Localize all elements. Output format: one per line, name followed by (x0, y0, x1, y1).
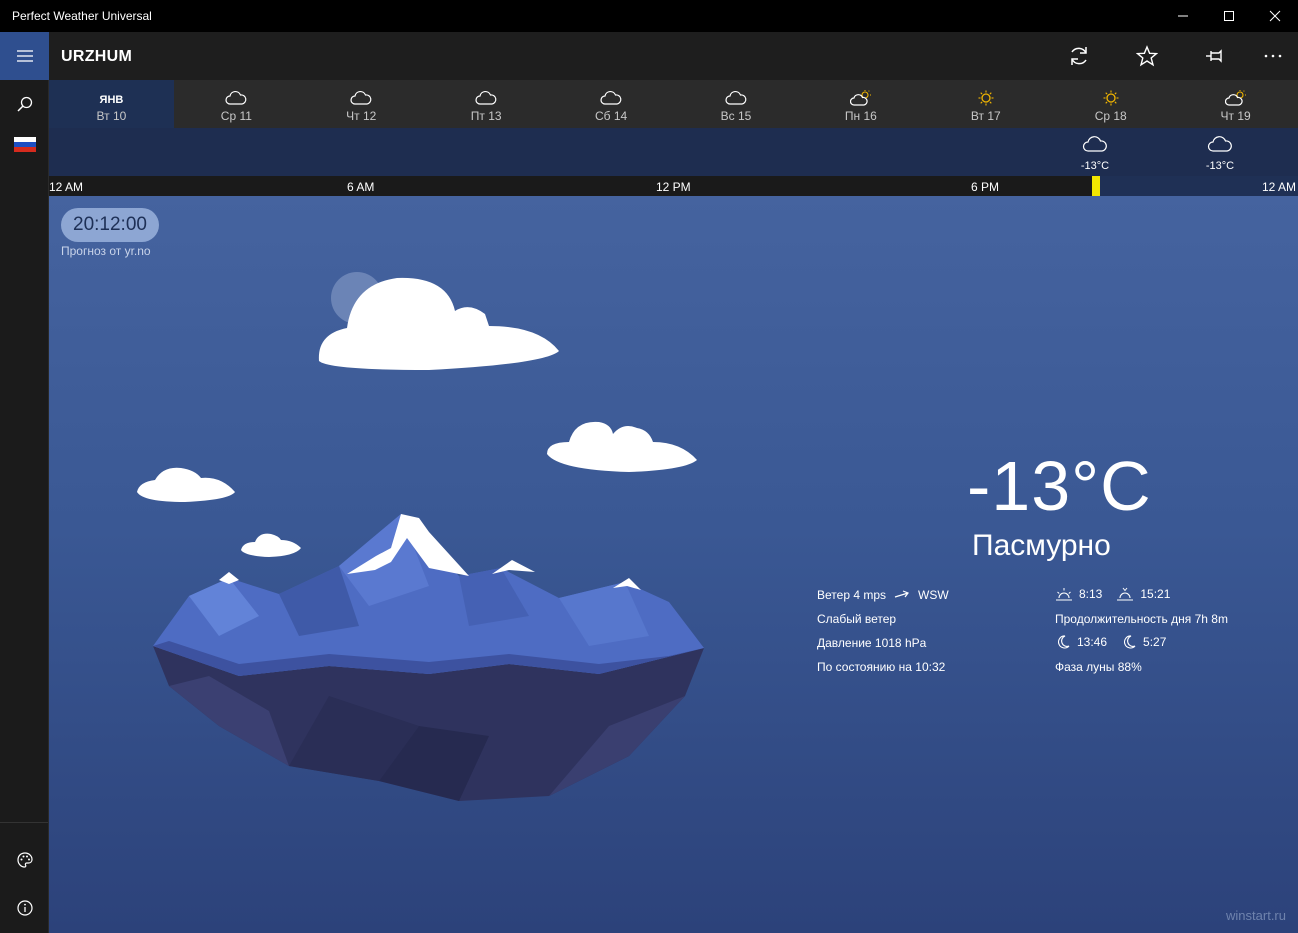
menu-button[interactable] (0, 32, 49, 80)
time-tick: 12 AM (49, 180, 84, 194)
day-label: Чт 19 (1220, 109, 1251, 123)
minimize-icon (1178, 15, 1188, 17)
watermark: winstart.ru (1226, 908, 1286, 923)
time-tick: 6 AM (347, 180, 375, 194)
day-tab[interactable]: Чт 12 (299, 80, 424, 128)
cloud-illustration (547, 421, 697, 472)
day-label: Ср 11 (220, 109, 252, 123)
rail-divider (0, 822, 48, 823)
maximize-button[interactable] (1206, 0, 1252, 32)
daily-forecast-strip: ЯНВ Вт 10 Ср 11 Чт 12 Пт 13 Сб 14 Вс 15 … (49, 80, 1298, 128)
sunrise-icon (1056, 588, 1072, 601)
favorite-button[interactable] (1127, 40, 1167, 72)
sunset-time: 15:21 (1140, 587, 1171, 601)
current-temperature: -13°C (967, 447, 1152, 525)
cloud-icon (1207, 136, 1232, 152)
russia-flag-icon[interactable] (14, 137, 36, 152)
hourly-temp: -13°C (1205, 160, 1235, 172)
day-tab[interactable]: Ср 18 (1048, 80, 1173, 128)
moonrise-icon (1058, 635, 1070, 649)
cloud-illustration (137, 467, 235, 502)
theme-button[interactable] (0, 840, 49, 880)
day-tab[interactable]: Пт 13 (424, 80, 549, 128)
app-header: URZHUM (49, 32, 1298, 80)
cloud-icon (225, 90, 247, 105)
cloud-icon (725, 90, 747, 105)
more-icon (1264, 54, 1282, 58)
day-label: Сб 14 (594, 109, 628, 123)
day-label: Пн 16 (844, 109, 877, 123)
about-button[interactable] (0, 888, 49, 928)
day-label: Ср 18 (1094, 109, 1127, 123)
pressure: Давление 1018 hPa (817, 636, 927, 650)
search-button[interactable] (0, 84, 49, 124)
clock-badge: 20:12:00 (61, 208, 159, 242)
pin-button[interactable] (1195, 40, 1235, 72)
moonrise-time: 13:46 (1077, 635, 1108, 649)
updated-time: По состоянию на 10:32 (817, 660, 946, 674)
partly-sunny-icon (849, 90, 871, 106)
hourly-item[interactable]: -13°C (1190, 128, 1250, 176)
day-tab[interactable]: Ср 11 (174, 80, 299, 128)
search-icon (16, 96, 32, 112)
city-name: URZHUM (61, 48, 133, 65)
cloud-illustration (241, 533, 301, 557)
title-bar: Perfect Weather Universal (0, 0, 1298, 32)
time-scrubber[interactable]: 12 AM 6 AM 12 PM 6 PM 12 AM (49, 176, 1298, 196)
palette-icon (16, 852, 33, 868)
refresh-button[interactable] (1059, 40, 1099, 72)
moonset-time: 5:27 (1143, 635, 1167, 649)
cloud-icon (350, 90, 372, 105)
day-label: Вт 17 (970, 109, 1001, 123)
day-label: Пт 13 (470, 109, 502, 123)
hourly-temp: -13°C (1080, 160, 1110, 172)
moonset-icon (1124, 635, 1136, 649)
day-tab[interactable]: ЯНВ Вт 10 (49, 80, 174, 128)
partly-sunny-icon (1224, 90, 1246, 106)
wind-description: Слабый ветер (817, 612, 897, 626)
info-icon (16, 900, 33, 916)
pin-icon (1206, 49, 1222, 63)
month-label: ЯНВ (99, 94, 124, 106)
day-tab[interactable]: Вс 15 (674, 80, 799, 128)
day-label: Вт 10 (96, 109, 127, 123)
cloud-icon (1082, 136, 1107, 152)
weather-scene: 20:12:00 Прогноз от yr.no -13°C Пасмурно… (49, 196, 1298, 933)
hourly-forecast-strip: -13°C -13°C (49, 128, 1298, 176)
close-button[interactable] (1252, 0, 1298, 32)
time-tick: 12 PM (656, 180, 691, 194)
refresh-icon (1071, 47, 1087, 65)
maximize-icon (1224, 11, 1234, 21)
sun-icon (1103, 90, 1119, 106)
day-tab[interactable]: Пн 16 (798, 80, 923, 128)
time-tick: 6 PM (971, 180, 1000, 194)
close-icon (1269, 10, 1281, 22)
window-title: Perfect Weather Universal (12, 9, 152, 23)
sunset-icon (1117, 587, 1134, 601)
wind-direction: WSW (918, 588, 949, 602)
wind-speed: Ветер 4 mps (817, 588, 886, 602)
day-label: Вс 15 (720, 109, 752, 123)
current-time-marker[interactable] (1092, 176, 1100, 196)
day-label: Чт 12 (346, 109, 377, 123)
day-tab[interactable]: Сб 14 (549, 80, 674, 128)
day-length: Продолжительность дня 7h 8m (1055, 612, 1228, 626)
star-icon (1136, 45, 1158, 67)
current-condition: Пасмурно (972, 529, 1111, 562)
cloud-icon (600, 90, 622, 105)
sun-icon (978, 90, 994, 106)
wind-direction-icon (894, 590, 909, 598)
hamburger-icon (16, 50, 33, 62)
minimize-button[interactable] (1160, 0, 1206, 32)
day-tab[interactable]: Чт 19 (1173, 80, 1298, 128)
day-tab[interactable]: Вт 17 (923, 80, 1048, 128)
more-button[interactable] (1253, 40, 1293, 72)
hourly-item[interactable]: -13°C (1065, 128, 1125, 176)
time-tick: 12 AM (1262, 180, 1297, 194)
cloud-icon (475, 90, 497, 105)
moon-phase: Фаза луны 88% (1055, 660, 1142, 674)
floating-island-illustration (137, 272, 704, 801)
nav-rail (0, 32, 49, 933)
sunrise-time: 8:13 (1079, 587, 1103, 601)
